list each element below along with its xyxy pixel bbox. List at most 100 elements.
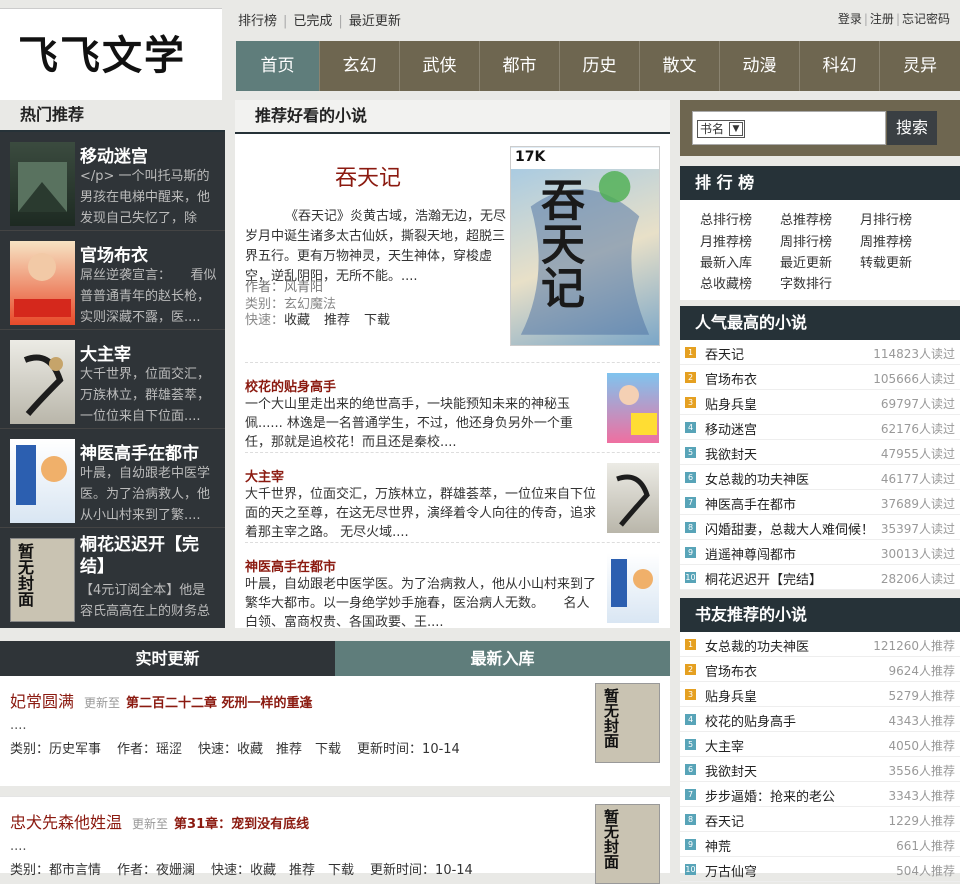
search-type-select[interactable]: 书名 ▼ (697, 120, 745, 138)
book-cover[interactable] (607, 463, 659, 533)
book-cover[interactable] (607, 553, 659, 623)
recommend-link[interactable]: 推荐 (324, 313, 350, 328)
hot-item[interactable]: 神医高手在都市 叶晨，自幼跟老中医学医。为了治病救人，他从小山村来到了繁.... (0, 429, 225, 528)
friends-item-title[interactable]: 贴身兵皇 (705, 686, 757, 705)
popular-item-title[interactable]: 神医高手在都市 (705, 494, 796, 513)
update-chapter[interactable]: 第二百二十二章 死刑一样的重逢 (126, 696, 313, 711)
friends-item-title[interactable]: 校花的贴身高手 (705, 711, 796, 730)
popular-item-title[interactable]: 贴身兵皇 (705, 394, 757, 413)
update-chapter[interactable]: 第31章：宠到没有底线 (174, 817, 309, 832)
hot-item-name[interactable]: 大主宰 (80, 340, 220, 365)
friends-row[interactable]: 9 神荒 661人推荐 (680, 832, 960, 857)
rank-link[interactable]: 转载更新 (860, 252, 912, 271)
rank-link[interactable]: 月排行榜 (860, 209, 912, 228)
rank-link[interactable]: 字数排行 (780, 273, 832, 292)
recommend-item[interactable]: 校花的贴身高手 一个大山里走出来的绝世高手，一块能预知未来的神秘玉佩......… (245, 362, 660, 457)
collect-link[interactable]: 收藏 (284, 313, 310, 328)
popular-item-title[interactable]: 桐花迟迟开【完结】 (705, 569, 822, 588)
hot-item-name[interactable]: 桐花迟迟开【完结】 (80, 534, 220, 578)
tab-newest[interactable]: 最新入库 (335, 641, 670, 676)
popular-row[interactable]: 9 逍遥神尊闯都市 30013人读过 (680, 540, 960, 565)
popular-item-title[interactable]: 闪婚甜妻，总裁大人难伺候！ (705, 519, 874, 538)
book-cover[interactable] (10, 340, 75, 424)
toplink-rank[interactable]: 排行榜 (238, 14, 277, 29)
friends-row[interactable]: 3 贴身兵皇 5279人推荐 (680, 682, 960, 707)
hot-item-name[interactable]: 神医高手在都市 (80, 439, 220, 464)
friends-item-title[interactable]: 神荒 (705, 836, 731, 855)
hot-item[interactable]: 暂无封面 桐花迟迟开【完结】 【4元订阅全本】他是容氏高高在上的财务总 (0, 528, 225, 627)
popular-row[interactable]: 3 贴身兵皇 69797人读过 (680, 390, 960, 415)
login-link[interactable]: 登录 (838, 12, 862, 26)
book-cover[interactable] (10, 142, 75, 226)
popular-row[interactable]: 2 官场布衣 105666人读过 (680, 365, 960, 390)
logo-box[interactable]: 飞飞文学 (0, 8, 222, 100)
hot-item-name[interactable]: 官场布衣 (80, 241, 220, 266)
rank-link[interactable]: 周排行榜 (780, 231, 832, 250)
recommend-item-name[interactable]: 神医高手在都市 (245, 556, 336, 575)
book-cover[interactable]: 暂无封面 (595, 804, 660, 884)
friends-row[interactable]: 1 女总裁的功夫神医 121260人推荐 (680, 632, 960, 657)
nav-lishi[interactable]: 历史 (560, 41, 640, 91)
friends-row[interactable]: 8 吞天记 1229人推荐 (680, 807, 960, 832)
book-cover[interactable] (607, 373, 659, 443)
nav-dushi[interactable]: 都市 (480, 41, 560, 91)
nav-lingyi[interactable]: 灵异 (880, 41, 960, 91)
popular-item-title[interactable]: 吞天记 (705, 344, 744, 363)
friends-row[interactable]: 10 万古仙穹 504人推荐 (680, 857, 960, 882)
popular-item-title[interactable]: 官场布衣 (705, 369, 757, 388)
hot-item[interactable]: 官场布衣 屌丝逆袭宣言： 看似普普通青年的赵长枪，实则深藏不露，医.... (0, 231, 225, 330)
popular-item-title[interactable]: 逍遥神尊闯都市 (705, 544, 796, 563)
nav-sanwen[interactable]: 散文 (640, 41, 720, 91)
book-cover[interactable]: 暂无封面 (10, 538, 75, 622)
nav-wuxia[interactable]: 武侠 (400, 41, 480, 91)
rank-link[interactable]: 周推荐榜 (860, 231, 912, 250)
friends-row[interactable]: 2 官场布衣 9624人推荐 (680, 657, 960, 682)
popular-row[interactable]: 8 闪婚甜妻，总裁大人难伺候！ 35397人读过 (680, 515, 960, 540)
friends-item-title[interactable]: 吞天记 (705, 811, 744, 830)
nav-home[interactable]: 首页 (236, 41, 320, 91)
popular-item-title[interactable]: 我欲封天 (705, 444, 757, 463)
nav-kehuan[interactable]: 科幻 (800, 41, 880, 91)
book-cover[interactable]: 暂无封面 (595, 683, 660, 763)
site-logo[interactable]: 飞飞文学 (18, 23, 186, 81)
popular-row[interactable]: 5 我欲封天 47955人读过 (680, 440, 960, 465)
recommend-item-name[interactable]: 大主宰 (245, 466, 284, 485)
friends-item-title[interactable]: 万古仙穹 (705, 861, 757, 880)
rank-link[interactable]: 最新入库 (700, 252, 752, 271)
friends-item-title[interactable]: 官场布衣 (705, 661, 757, 680)
hot-item-name[interactable]: 移动迷宫 (80, 142, 220, 167)
popular-row[interactable]: 4 移动迷宫 62176人读过 (680, 415, 960, 440)
search-button[interactable]: 搜索 (887, 111, 937, 145)
rank-link[interactable]: 总推荐榜 (780, 209, 832, 228)
popular-row[interactable]: 6 女总裁的功夫神医 46177人读过 (680, 465, 960, 490)
toplink-recent[interactable]: 最近更新 (349, 14, 401, 29)
hot-item[interactable]: 大主宰 大千世界，位面交汇，万族林立，群雄荟萃，一位位来自下位面.... (0, 330, 225, 429)
book-cover[interactable] (10, 241, 75, 325)
friends-row[interactable]: 4 校花的贴身高手 4343人推荐 (680, 707, 960, 732)
rank-link[interactable]: 总收藏榜 (700, 273, 752, 292)
recommend-item[interactable]: 大主宰 大千世界，位面交汇，万族林立，群雄荟萃，一位位来自下位面的天之至尊，在这… (245, 452, 660, 542)
rank-link[interactable]: 月推荐榜 (700, 231, 752, 250)
rank-link[interactable]: 最近更新 (780, 252, 832, 271)
friends-item-title[interactable]: 我欲封天 (705, 761, 757, 780)
friends-item-title[interactable]: 大主宰 (705, 736, 744, 755)
tab-realtime[interactable]: 实时更新 (0, 641, 335, 676)
popular-row[interactable]: 7 神医高手在都市 37689人读过 (680, 490, 960, 515)
friends-row[interactable]: 7 步步逼婚：抢来的老公 3343人推荐 (680, 782, 960, 807)
download-link[interactable]: 下载 (364, 313, 390, 328)
forgot-password-link[interactable]: 忘记密码 (902, 12, 950, 26)
featured-cover[interactable]: 17K 吞天记 (510, 146, 660, 346)
rank-link[interactable]: 总排行榜 (700, 209, 752, 228)
recommend-item-name[interactable]: 校花的贴身高手 (245, 376, 336, 395)
nav-dongman[interactable]: 动漫 (720, 41, 800, 91)
friends-item-title[interactable]: 女总裁的功夫神医 (705, 636, 809, 655)
book-cover[interactable] (10, 439, 75, 523)
recommend-item[interactable]: 神医高手在都市 叶晨，自幼跟老中医学医。为了治病救人，他从小山村来到了繁华大都市… (245, 542, 660, 630)
toplink-finished[interactable]: 已完成 (293, 14, 332, 29)
update-book-name[interactable]: 妃常圆满 (10, 692, 74, 711)
popular-row[interactable]: 10 桐花迟迟开【完结】 28206人读过 (680, 565, 960, 590)
friends-row[interactable]: 5 大主宰 4050人推荐 (680, 732, 960, 757)
popular-item-title[interactable]: 移动迷宫 (705, 419, 757, 438)
update-book-name[interactable]: 忠犬先森他姓温 (10, 813, 122, 832)
hot-item[interactable]: 移动迷宫 </p> 一个叫托马斯的男孩在电梯中醒来，他发现自己失忆了，除了...… (0, 132, 225, 231)
